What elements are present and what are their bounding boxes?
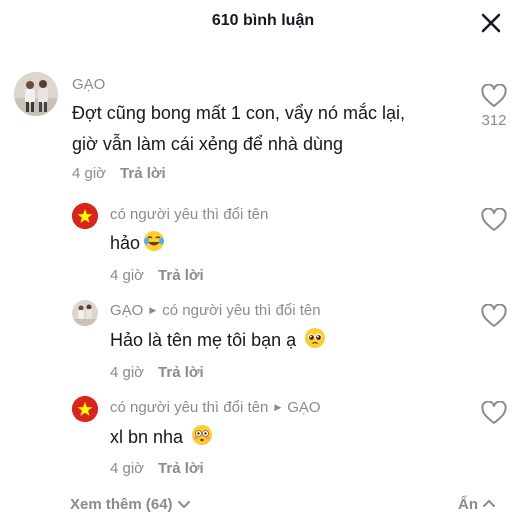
reply-text: hảo	[110, 230, 165, 260]
comment-time: 4 giờ	[72, 165, 107, 182]
avatar[interactable]	[14, 72, 58, 116]
comment-text-line: Đợt cũng bong mất 1 con, vẩy nó mắc lại,	[72, 103, 405, 123]
reply-arrow-icon: ▶	[149, 305, 157, 315]
reply-to-username[interactable]: GẠO	[287, 399, 320, 416]
reply-text-body: xl bn nha	[110, 427, 184, 447]
reply-time: 4 giờ	[110, 364, 145, 381]
view-more-replies-button[interactable]: Xem thêm (64)	[70, 496, 191, 515]
vietnam-flag-avatar[interactable]	[72, 203, 98, 229]
reply-meta: 4 giờ Trả lời	[110, 460, 204, 477]
vietnam-flag-avatar[interactable]	[72, 396, 98, 422]
hide-replies-button[interactable]: Ẩn	[458, 496, 496, 513]
reply-author[interactable]: GẠO	[110, 302, 143, 319]
reply-text: xl bn nha	[110, 424, 213, 454]
comment-count-title: 610 bình luận	[211, 12, 315, 29]
reply-time: 4 giờ	[110, 460, 145, 477]
reply-meta: 4 giờ Trả lời	[110, 364, 204, 381]
comment-username[interactable]: GẠO	[72, 76, 105, 93]
heart-icon[interactable]	[481, 207, 507, 232]
reply-username[interactable]: có người yêu thì đổi tên	[110, 206, 268, 223]
comment-text-line: giờ vẫn làm cái xẻng để nhà dùng	[72, 134, 343, 154]
flushed-face-emoji	[191, 424, 213, 454]
reply-time: 4 giờ	[110, 267, 145, 284]
chevron-up-icon	[482, 496, 496, 513]
comments-header: 610 bình luận	[0, 0, 526, 46]
heart-icon[interactable]	[481, 83, 507, 108]
pleading-face-emoji	[304, 327, 326, 357]
hide-label: Ẩn	[458, 496, 478, 513]
reply-text-body: hảo	[110, 233, 141, 253]
chevron-down-icon	[177, 498, 191, 515]
like-count: 312	[481, 112, 507, 129]
view-more-label: Xem thêm (64)	[70, 496, 173, 513]
reply-to-username[interactable]: có người yêu thì đổi tên	[162, 302, 320, 319]
reply-arrow-icon: ▶	[274, 402, 282, 412]
reply-username: GẠO ▶ có người yêu thì đổi tên	[110, 302, 321, 319]
reply-button[interactable]: Trả lời	[158, 267, 204, 284]
reply-button[interactable]: Trả lời	[158, 364, 204, 381]
reply-text: Hảo là tên mẹ tôi bạn ạ	[110, 327, 326, 357]
comment-text: Đợt cũng bong mất 1 con, vẩy nó mắc lại,…	[72, 100, 462, 158]
reply-meta: 4 giờ Trả lời	[110, 267, 204, 284]
heart-icon[interactable]	[481, 400, 507, 425]
avatar[interactable]	[72, 300, 98, 326]
reply-button[interactable]: Trả lời	[158, 460, 204, 477]
comment-meta: 4 giờ Trả lời	[72, 165, 166, 182]
reply-username: có người yêu thì đổi tên ▶ GẠO	[110, 399, 321, 416]
reply-button[interactable]: Trả lời	[120, 165, 166, 182]
reply-text-body: Hảo là tên mẹ tôi bạn ạ	[110, 330, 297, 350]
heart-icon[interactable]	[481, 303, 507, 328]
reply-author[interactable]: có người yêu thì đổi tên	[110, 399, 268, 416]
tears-of-joy-emoji	[143, 230, 165, 260]
close-icon[interactable]	[478, 10, 504, 36]
